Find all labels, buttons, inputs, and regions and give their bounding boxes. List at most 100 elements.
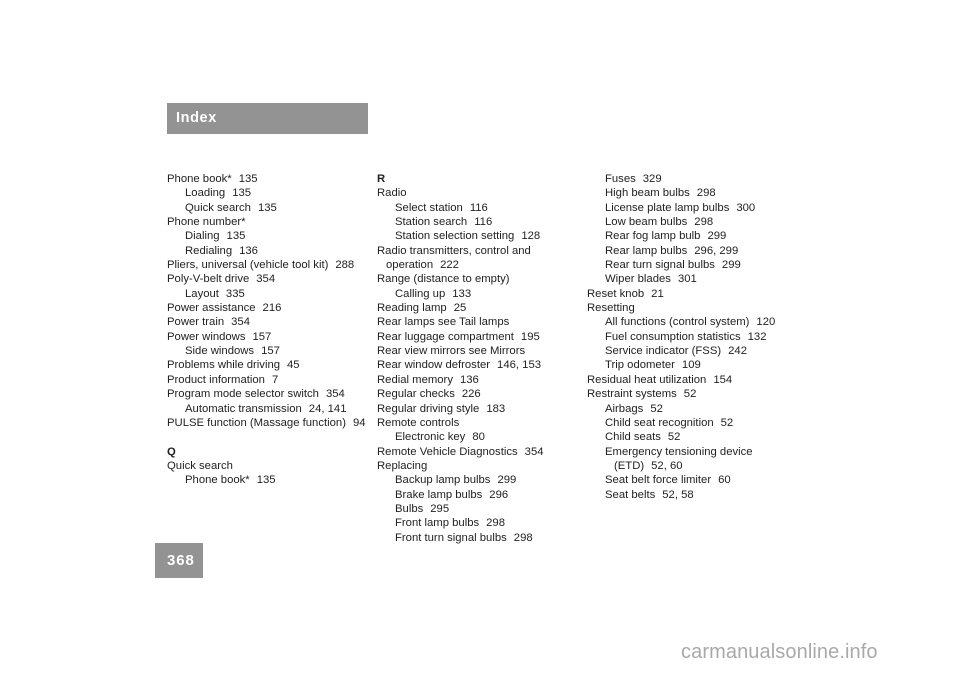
index-entry: Calling up 133 [377, 287, 582, 301]
index-entry-term: Phone book* [185, 474, 250, 487]
index-entry-pages: 299 [497, 474, 517, 487]
index-entry: Front lamp bulbs 298 [377, 516, 582, 530]
index-entry-term: Service indicator (FSS) [605, 345, 722, 358]
index-entry-term: Dialing [185, 230, 220, 243]
index-entry-term: Seat belts [605, 488, 656, 501]
index-entry-term: Front lamp bulbs [395, 517, 480, 530]
index-entry-pages: 116 [469, 201, 488, 214]
index-entry-pages: 52 [650, 402, 663, 415]
index-entry-pages: 354 [524, 445, 544, 458]
index-entry-term: Redialing [185, 244, 233, 257]
index-entry-term: Loading [185, 187, 226, 200]
index-entry-term: Station selection setting [395, 230, 515, 243]
index-entry-pages: 354 [231, 316, 250, 329]
index-entry-pages: 354 [256, 273, 276, 286]
index-entry: Phone book* 135 [167, 473, 372, 487]
index-entry: Radio transmitters, control and [377, 244, 582, 258]
index-entry-pages: 52, 58 [662, 488, 694, 501]
index-entry-pages: 146, 153 [497, 359, 542, 372]
index-entry-term: Rear lamps see Tail lamps [377, 316, 510, 329]
index-entry-pages: 135 [256, 474, 276, 487]
index-entry-pages: 133 [452, 287, 472, 300]
index-column-1: Phone book* 135 Loading 135 Quick search 135 P… [167, 172, 372, 488]
index-entry-term: Calling up [395, 287, 446, 300]
index-entry-term: Resetting [587, 302, 635, 315]
index-entry-term: Child seat recognition [605, 416, 714, 429]
index-entry-term: Quick search [185, 201, 251, 214]
index-entry-term: Radio transmitters, control and [377, 244, 531, 257]
index-entry-pages: 136 [239, 244, 258, 257]
index-column-3: Fuses 329 High beam bulbs 298 License plate … [587, 172, 792, 502]
index-entry-term: R [377, 173, 386, 185]
index-entry-pages: 25 [453, 302, 467, 315]
index-entry-pages: 128 [521, 230, 541, 243]
index-entry: Brake lamp bulbs 296 [377, 488, 582, 502]
index-entry-pages: 195 [520, 330, 540, 343]
index-entry-pages: 296 [489, 488, 509, 501]
index-entry-term: Airbags [605, 402, 644, 415]
index-entry: Power assistance 216 [167, 301, 372, 315]
index-entry: Reading lamp 25 [377, 301, 582, 315]
index-entry: Radio [377, 186, 582, 200]
index-entry: Power windows 157 [167, 330, 372, 344]
index-entry: License plate lamp bulbs 300 [587, 201, 792, 215]
index-entry-pages: 298 [486, 517, 505, 530]
index-entry-term: Electronic key [395, 431, 466, 444]
index-entry-term: Residual heat utilization [587, 373, 707, 386]
index-letter-heading: R [377, 172, 582, 186]
index-entry-pages: 52 [683, 388, 697, 401]
index-entry-term: operation [386, 259, 434, 272]
index-entry: Electronic key 80 [377, 430, 582, 444]
index-entry-term: Rear fog lamp bulb [605, 230, 701, 243]
index-entry-pages: 329 [642, 173, 662, 185]
index-entry: Select station 116 [377, 201, 582, 215]
index-entry: Range (distance to empty) [377, 272, 582, 286]
index-entry-term: Emergency tensioning device [605, 445, 753, 458]
index-entry-term: Program mode selector switch [167, 388, 319, 401]
index-entry-term: Remote controls [377, 416, 460, 429]
index-entry: Rear view mirrors see Mirrors [377, 344, 582, 358]
index-entry-term: Side windows [185, 345, 255, 358]
index-entry-term: Reset knob [587, 287, 645, 300]
index-entry-pages: 135 [238, 173, 258, 185]
index-entry-pages: 45 [287, 359, 300, 372]
index-entry-term: Q [167, 445, 176, 458]
index-entry-pages: 52 [667, 431, 681, 444]
index-entry: Rear lamp bulbs 296, 299 [587, 244, 792, 258]
index-entry: Child seat recognition 52 [587, 416, 792, 430]
index-entry-term: Child seats [605, 431, 661, 444]
index-entry-term: Wiper blades [605, 273, 671, 286]
index-entry: Redialing 136 [167, 244, 372, 258]
index-entry-term: Trip odometer [605, 359, 675, 372]
index-entry-pages: 183 [486, 402, 506, 415]
index-entry-term: Bulbs [395, 502, 424, 515]
index-entry: Poly-V-belt drive 354 [167, 272, 372, 286]
index-entry-pages: 94 [352, 416, 366, 429]
index-entry-term: Automatic transmission [185, 402, 302, 415]
index-entry-term: Range (distance to empty) [377, 273, 510, 286]
index-entry-term: Power assistance [167, 302, 256, 315]
index-entry: operation 222 [377, 258, 582, 272]
index-entry-term: Fuel consumption statistics [605, 330, 741, 343]
index-entry-term: Replacing [377, 459, 428, 472]
index-entry: Seat belt force limiter 60 [587, 473, 792, 487]
index-entry-term: License plate lamp bulbs [605, 201, 730, 214]
index-entry-pages: 295 [430, 502, 450, 515]
index-entry-term: Phone book* [167, 173, 232, 185]
index-entry-term: Restraint systems [587, 388, 677, 401]
index-entry: All functions (control system) 120 [587, 315, 792, 329]
index-entry: Rear window defroster 146, 153 [377, 358, 582, 372]
index-entry-term: Power train [167, 316, 225, 329]
index-entry-term: Seat belt force limiter [605, 474, 712, 487]
index-entry-pages: 216 [262, 302, 282, 315]
index-entry: Station selection setting 128 [377, 229, 582, 243]
index-entry-pages: 298 [696, 187, 716, 200]
index-entry: Remote controls [377, 416, 582, 430]
index-entry-term: Product information [167, 373, 265, 386]
index-entry: Fuel consumption statistics 132 [587, 330, 792, 344]
index-entry: Redial memory 136 [377, 373, 582, 387]
index-entry-term: Regular driving style [377, 402, 480, 415]
index-entry: Reset knob 21 [587, 287, 792, 301]
index-entry-term: Phone number* [167, 216, 246, 229]
index-entry: Low beam bulbs 298 [587, 215, 792, 229]
